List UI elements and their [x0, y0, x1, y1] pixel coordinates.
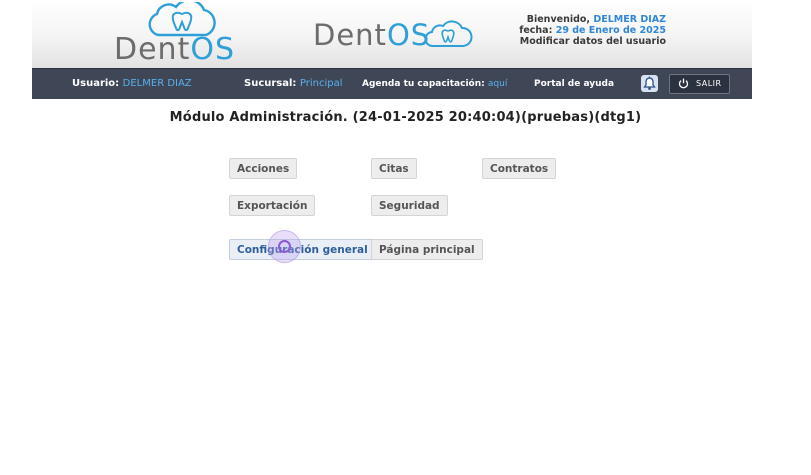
- modify-user-link[interactable]: Modificar datos del usuario: [519, 36, 666, 47]
- nav-branch: Sucursal: Principal: [244, 78, 343, 89]
- dentos-logo[interactable]: DentOS: [114, 2, 254, 67]
- exportacion-button[interactable]: Exportación: [229, 195, 316, 216]
- welcome-panel: Bienvenido, DELMER DIAZ fecha: 29 de Ene…: [519, 14, 666, 47]
- seguridad-button[interactable]: Seguridad: [371, 195, 448, 216]
- notifications-button[interactable]: [641, 75, 658, 92]
- power-icon: [678, 78, 689, 89]
- page-title: Módulo Administración. (24-01-2025 20:40…: [169, 110, 642, 125]
- logout-button[interactable]: SALIR: [669, 74, 730, 94]
- pagina-principal-button[interactable]: Página principal: [371, 239, 483, 260]
- date-value: 29 de Enero de 2025: [555, 25, 666, 36]
- date-label: fecha:: [519, 25, 553, 36]
- configuracion-general-button[interactable]: Configuración general: [229, 239, 376, 260]
- training-link[interactable]: aquí: [488, 79, 507, 89]
- nav-training: Agenda tu capacitación: aquí: [362, 79, 508, 89]
- tooth-cloud-icon: [424, 20, 473, 47]
- dentos-logo-secondary: DentOS: [313, 18, 483, 58]
- logout-label: SALIR: [696, 79, 722, 88]
- nav-user: Usuario: DELMER DIAZ: [72, 78, 192, 89]
- citas-button[interactable]: Citas: [371, 158, 417, 179]
- welcome-label: Bienvenido,: [526, 14, 591, 25]
- welcome-user: DELMER DIAZ: [593, 14, 666, 25]
- nav-user-value: DELMER DIAZ: [122, 78, 192, 89]
- app-header: DentOS DentOS Bienvenido, DELMER DIAZ fe…: [32, 0, 752, 68]
- help-portal-link[interactable]: Portal de ayuda: [534, 79, 614, 89]
- logo-wordmark: DentOS: [114, 32, 235, 67]
- bell-icon: [643, 76, 656, 90]
- top-navbar: Usuario: DELMER DIAZ Sucursal: Principal…: [32, 68, 752, 99]
- acciones-button[interactable]: Acciones: [229, 158, 298, 179]
- nav-branch-value[interactable]: Principal: [300, 78, 343, 89]
- logo-wordmark-secondary: DentOS: [313, 18, 431, 52]
- contratos-button[interactable]: Contratos: [482, 158, 557, 179]
